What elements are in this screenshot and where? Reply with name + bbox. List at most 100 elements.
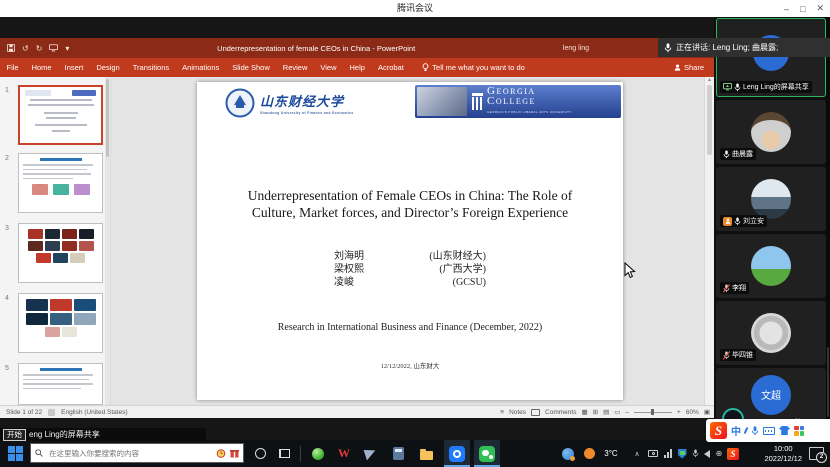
participant-tile[interactable]: 李翔 (716, 234, 826, 298)
skin-icon[interactable] (779, 426, 790, 435)
taskbar-search-box[interactable] (30, 443, 244, 463)
current-slide[interactable]: 山东财经大学 Shandong University of Finance an… (197, 82, 623, 400)
security-shield-icon[interactable] (675, 440, 689, 467)
file-explorer-icon[interactable] (414, 440, 438, 467)
sogou-logo-icon[interactable]: S (710, 422, 727, 439)
tencent-meeting-app-icon[interactable] (444, 440, 470, 467)
tab-design[interactable]: Design (90, 58, 126, 77)
thumb1-date (52, 130, 70, 132)
tab-acrobat[interactable]: Acrobat (371, 58, 410, 77)
view-slideshow-icon[interactable]: ▭ (614, 408, 620, 416)
zoom-level[interactable]: 60% (686, 409, 699, 416)
proofing-icon[interactable] (48, 409, 55, 416)
mic-tray-icon[interactable] (689, 440, 701, 467)
tab-file[interactable]: File (0, 58, 25, 77)
task-view-icon[interactable] (272, 440, 296, 467)
participant-name: Leng Ling的屏幕共享 (743, 82, 809, 92)
tab-transitions[interactable]: Transitions (126, 58, 175, 77)
camera-tray-icon[interactable] (645, 440, 661, 467)
browser-360-icon[interactable] (306, 440, 330, 467)
voice-input-icon[interactable] (751, 426, 759, 436)
share-button[interactable]: Share (674, 63, 704, 72)
start-from-beginning-icon[interactable] (49, 44, 58, 52)
scrollbar-thumb[interactable] (707, 85, 712, 155)
maximize-icon[interactable]: □ (800, 4, 805, 14)
avatar (751, 246, 791, 286)
thumbnail-scrollbar[interactable] (105, 77, 110, 405)
sogou-input-bar: S 中 (706, 419, 830, 442)
tray-gear-icon[interactable]: ⊕ (713, 440, 725, 467)
mic-muted-icon (723, 284, 730, 293)
meeting-window-titlebar: 腾讯会议 – □ ✕ (0, 0, 830, 17)
participant-tile[interactable]: 毕四锥 (716, 301, 826, 365)
notification-badge: 2 (816, 452, 827, 463)
wechat-app-icon[interactable] (474, 440, 500, 467)
thumb-number-5: 5 (5, 365, 9, 372)
sidebar-scrollbar[interactable] (826, 17, 830, 440)
weather-icon[interactable] (582, 440, 596, 467)
slide-thumbnail-3[interactable] (18, 223, 103, 283)
thumb1-authors (44, 112, 78, 114)
fit-slide-icon[interactable]: ▣ (704, 408, 710, 416)
mail-send-icon[interactable] (358, 440, 382, 467)
close-icon[interactable]: ✕ (816, 3, 824, 14)
screenshot-root: { "glyphs": { "minimize": "–", "maximize… (0, 0, 830, 467)
slide-scrollbar[interactable]: ▲ (704, 77, 714, 405)
start-button[interactable] (8, 446, 23, 461)
view-sorter-icon[interactable]: ⊞ (593, 408, 598, 416)
tab-slideshow[interactable]: Slide Show (226, 58, 277, 77)
share-label: Share (684, 63, 704, 72)
participants-sidebar: Leng Ling的屏幕共享 曲晨露 刘立安 李翔 毕四锥 (714, 17, 830, 440)
slide-thumbnail-1[interactable] (18, 85, 103, 145)
zoom-in-icon[interactable]: + (677, 409, 681, 416)
search-input[interactable] (47, 448, 212, 459)
thumb1-authors2 (46, 117, 76, 119)
tab-help[interactable]: Help (343, 58, 371, 77)
volume-icon[interactable] (701, 440, 713, 467)
globe-icon[interactable] (556, 440, 580, 467)
view-reading-icon[interactable]: ▤ (603, 408, 609, 416)
author-row: 刘海明 (山东财经大) (334, 250, 486, 263)
notification-center-icon[interactable]: 2 (809, 447, 824, 460)
calculator-icon[interactable] (386, 440, 410, 467)
network-signal-icon[interactable] (661, 440, 675, 467)
comments-button[interactable]: Comments (545, 409, 576, 416)
save-icon[interactable] (7, 44, 15, 52)
slide-thumbnail-5[interactable] (18, 363, 103, 405)
participant-tile[interactable]: 刘立安 (716, 167, 826, 231)
slide-thumbnail-4[interactable] (18, 293, 103, 353)
sogou-tray-icon[interactable]: S (725, 440, 741, 467)
zoom-out-icon[interactable]: – (625, 409, 629, 416)
tab-insert[interactable]: Insert (58, 58, 90, 77)
tray-expand-icon[interactable]: ∧ (630, 440, 644, 467)
soft-keyboard-icon[interactable] (763, 427, 775, 435)
wps-icon[interactable]: W (332, 440, 356, 467)
minimize-icon[interactable]: – (784, 4, 789, 14)
view-normal-icon[interactable]: ▦ (581, 408, 587, 416)
ppt-account-name[interactable]: leng ling (563, 45, 589, 52)
tab-home[interactable]: Home (25, 58, 58, 77)
redo-icon[interactable]: ↻ (36, 44, 43, 53)
scroll-up-icon[interactable]: ▲ (707, 77, 712, 83)
zoom-slider[interactable] (634, 412, 672, 413)
weather-temp[interactable]: 3°C (598, 440, 624, 467)
punctuation-icon[interactable] (744, 427, 749, 434)
tab-view[interactable]: View (314, 58, 343, 77)
participant-name: 李翔 (732, 283, 746, 293)
undo-icon[interactable]: ↺ (22, 44, 29, 53)
tab-review[interactable]: Review (276, 58, 314, 77)
tab-animations[interactable]: Animations (176, 58, 226, 77)
participant-tile[interactable]: 曲晨露 (716, 100, 826, 164)
author-name: 凌峻 (334, 276, 354, 289)
avatar (751, 179, 791, 219)
zoom-slider-thumb[interactable] (651, 409, 654, 415)
toolbox-icon[interactable] (794, 426, 804, 436)
tell-me-box[interactable]: Tell me what you want to do (422, 63, 525, 72)
participant-tile-screen-share[interactable]: Leng Ling的屏幕共享 (716, 18, 826, 97)
chinese-mode-icon[interactable]: 中 (731, 423, 741, 438)
notes-button[interactable]: Notes (509, 409, 526, 416)
slide-thumbnail-2[interactable] (18, 153, 103, 213)
language-indicator[interactable]: English (United States) (61, 409, 127, 416)
cortana-icon[interactable] (248, 440, 272, 467)
taskbar-clock[interactable]: 10:00 2022/12/12 (764, 444, 802, 463)
